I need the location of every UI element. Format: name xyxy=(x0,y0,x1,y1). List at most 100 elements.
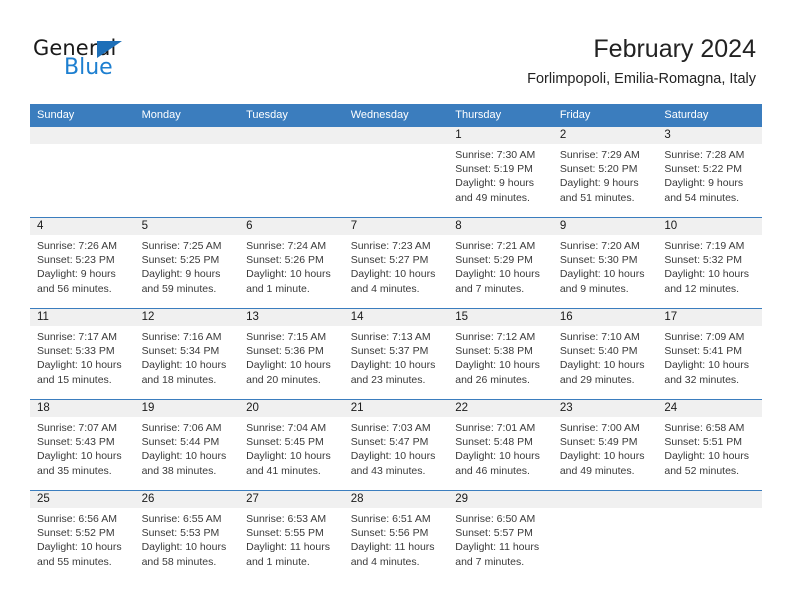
day-cell[interactable]: 8 Sunrise: 7:21 AM Sunset: 5:29 PM Daylight… xyxy=(448,217,553,309)
page-subtitle: Forlimpopoli, Emilia-Romagna, Italy xyxy=(527,71,756,87)
day-cell[interactable]: 10 Sunrise: 7:19 AM Sunset: 5:32 PM Dayligh… xyxy=(657,217,762,309)
daylight-duration-line-2: and 20 minutes. xyxy=(246,373,321,386)
daylight-duration-line-2: and 7 minutes. xyxy=(455,282,525,295)
day-cell[interactable]: 13 Sunrise: 7:15 AM Sunset: 5:36 PM Dayligh… xyxy=(239,308,344,400)
daylight-duration-line-1: Daylight: 10 hours xyxy=(141,541,227,554)
day-cell[interactable]: 14 Sunrise: 7:13 AM Sunset: 5:37 PM Dayligh… xyxy=(343,308,449,400)
day-cell[interactable]: 26 Sunrise: 6:55 AM Sunset: 5:53 PM Dayligh… xyxy=(134,490,240,581)
daylight-duration-line-1: Daylight: 10 hours xyxy=(559,268,645,281)
sunset-time: Sunset: 5:41 PM xyxy=(664,345,743,358)
sunset-time: Sunset: 5:27 PM xyxy=(350,254,429,267)
daylight-duration-line-2: and 18 minutes. xyxy=(141,373,217,386)
day-cell-empty xyxy=(343,127,449,218)
daylight-duration-line-2: and 56 minutes. xyxy=(37,282,112,295)
sunrise-time: Sunrise: 7:26 AM xyxy=(37,240,117,252)
day-cell[interactable]: 1 Sunrise: 7:30 AM Sunset: 5:19 PM Daylight… xyxy=(448,127,553,218)
day-number: 24 xyxy=(657,400,762,417)
day-cell[interactable]: 17 Sunrise: 7:09 AM Sunset: 5:41 PM Dayligh… xyxy=(657,308,762,400)
day-details xyxy=(657,508,762,512)
daylight-duration-line-2: and 26 minutes. xyxy=(455,373,530,386)
day-number: 7 xyxy=(343,218,449,235)
day-details: Sunrise: 7:24 AM Sunset: 5:26 PM Daylight:… xyxy=(239,235,344,296)
daylight-duration-line-1: Daylight: 10 hours xyxy=(141,359,227,372)
day-number: 2 xyxy=(552,127,658,144)
sunset-time: Sunset: 5:20 PM xyxy=(559,163,638,176)
sunset-time: Sunset: 5:32 PM xyxy=(664,254,743,267)
day-cell-empty xyxy=(657,490,762,581)
day-cell[interactable]: 22 Sunrise: 7:01 AM Sunset: 5:48 PM Dayligh… xyxy=(448,399,553,491)
day-cell[interactable]: 18 Sunrise: 7:07 AM Sunset: 5:43 PM Dayligh… xyxy=(30,399,135,491)
day-number xyxy=(30,127,135,144)
day-number: 1 xyxy=(448,127,553,144)
general-blue-logo: General Blue xyxy=(33,38,163,84)
day-details: Sunrise: 7:01 AM Sunset: 5:48 PM Daylight:… xyxy=(448,417,553,478)
sunrise-time: Sunrise: 7:16 AM xyxy=(141,331,222,343)
daylight-duration-line-1: Daylight: 10 hours xyxy=(350,268,436,281)
daylight-duration-line-2: and 51 minutes. xyxy=(559,191,635,204)
day-cell[interactable]: 15 Sunrise: 7:12 AM Sunset: 5:38 PM Dayligh… xyxy=(448,308,553,400)
daylight-duration-line-1: Daylight: 9 hours xyxy=(664,177,744,190)
day-cell[interactable]: 4 Sunrise: 7:26 AM Sunset: 5:23 PM Daylight… xyxy=(30,217,135,309)
daylight-duration-line-2: and 7 minutes. xyxy=(455,555,525,568)
day-cell[interactable]: 6 Sunrise: 7:24 AM Sunset: 5:26 PM Daylight… xyxy=(239,217,344,309)
day-number: 16 xyxy=(552,309,658,326)
day-cell[interactable]: 7 Sunrise: 7:23 AM Sunset: 5:27 PM Daylight… xyxy=(343,217,449,309)
day-cell[interactable]: 3 Sunrise: 7:28 AM Sunset: 5:22 PM Daylight… xyxy=(657,127,762,218)
day-cell[interactable]: 23 Sunrise: 7:00 AM Sunset: 5:49 PM Dayligh… xyxy=(552,399,658,491)
title-block: February 2024 Forlimpopoli, Emilia-Romag… xyxy=(527,34,756,88)
daylight-duration-line-2: and 54 minutes. xyxy=(664,191,740,204)
day-cell[interactable]: 29 Sunrise: 6:50 AM Sunset: 5:57 PM Dayligh… xyxy=(448,490,553,581)
day-cell[interactable]: 12 Sunrise: 7:16 AM Sunset: 5:34 PM Dayligh… xyxy=(134,308,240,400)
calendar-week-row: 1 Sunrise: 7:30 AM Sunset: 5:19 PM Daylight… xyxy=(30,127,762,218)
day-details xyxy=(239,144,344,148)
day-cell[interactable]: 21 Sunrise: 7:03 AM Sunset: 5:47 PM Dayligh… xyxy=(343,399,449,491)
day-cell[interactable]: 28 Sunrise: 6:51 AM Sunset: 5:56 PM Dayligh… xyxy=(343,490,449,581)
sunset-time: Sunset: 5:37 PM xyxy=(350,345,429,358)
daylight-duration-line-2: and 32 minutes. xyxy=(664,373,740,386)
day-cell[interactable]: 25 Sunrise: 6:56 AM Sunset: 5:52 PM Dayligh… xyxy=(30,490,135,581)
day-cell[interactable]: 24 Sunrise: 6:58 AM Sunset: 5:51 PM Dayligh… xyxy=(657,399,762,491)
day-details: Sunrise: 7:28 AM Sunset: 5:22 PM Daylight:… xyxy=(657,144,762,205)
daylight-duration-line-2: and 23 minutes. xyxy=(350,373,426,386)
day-cell[interactable]: 27 Sunrise: 6:53 AM Sunset: 5:55 PM Dayligh… xyxy=(239,490,344,581)
daylight-duration-line-1: Daylight: 10 hours xyxy=(350,359,436,372)
day-cell[interactable]: 5 Sunrise: 7:25 AM Sunset: 5:25 PM Daylight… xyxy=(134,217,240,309)
day-number: 11 xyxy=(30,309,135,326)
daylight-duration-line-1: Daylight: 11 hours xyxy=(246,541,330,554)
sunrise-time: Sunrise: 6:53 AM xyxy=(246,513,327,525)
sunset-time: Sunset: 5:45 PM xyxy=(246,436,324,449)
daylight-duration-line-1: Daylight: 11 hours xyxy=(455,541,540,554)
day-cell[interactable]: 9 Sunrise: 7:20 AM Sunset: 5:30 PM Daylight… xyxy=(552,217,658,309)
sunset-time: Sunset: 5:57 PM xyxy=(455,527,533,540)
sunrise-time: Sunrise: 7:03 AM xyxy=(350,422,431,434)
day-number: 13 xyxy=(239,309,344,326)
sunset-time: Sunset: 5:38 PM xyxy=(455,345,533,358)
sunset-time: Sunset: 5:47 PM xyxy=(350,436,429,449)
daylight-duration-line-1: Daylight: 10 hours xyxy=(246,359,331,372)
day-details: Sunrise: 7:29 AM Sunset: 5:20 PM Daylight:… xyxy=(553,144,658,205)
daylight-duration-line-2: and 46 minutes. xyxy=(455,464,530,477)
sunrise-time: Sunrise: 7:28 AM xyxy=(664,149,745,161)
day-cell[interactable]: 20 Sunrise: 7:04 AM Sunset: 5:45 PM Dayligh… xyxy=(239,399,344,491)
sunrise-time: Sunrise: 7:09 AM xyxy=(664,331,745,343)
day-cell[interactable]: 16 Sunrise: 7:10 AM Sunset: 5:40 PM Dayligh… xyxy=(552,308,658,400)
day-cell[interactable]: 19 Sunrise: 7:06 AM Sunset: 5:44 PM Dayligh… xyxy=(134,399,240,491)
daylight-duration-line-2: and 1 minute. xyxy=(246,555,310,568)
day-details: Sunrise: 7:16 AM Sunset: 5:34 PM Daylight:… xyxy=(135,326,240,387)
sunset-time: Sunset: 5:51 PM xyxy=(664,436,743,449)
sunset-time: Sunset: 5:48 PM xyxy=(455,436,533,449)
sunset-time: Sunset: 5:56 PM xyxy=(350,527,429,540)
day-cell[interactable]: 11 Sunrise: 7:17 AM Sunset: 5:33 PM Dayligh… xyxy=(30,308,135,400)
day-cell[interactable]: 2 Sunrise: 7:29 AM Sunset: 5:20 PM Daylight… xyxy=(552,127,658,218)
day-number: 8 xyxy=(448,218,553,235)
sunrise-time: Sunrise: 6:58 AM xyxy=(664,422,745,434)
day-details: Sunrise: 6:58 AM Sunset: 5:51 PM Daylight:… xyxy=(657,417,762,478)
day-number xyxy=(657,491,762,508)
day-details: Sunrise: 7:13 AM Sunset: 5:37 PM Daylight:… xyxy=(344,326,449,387)
daylight-duration-line-2: and 49 minutes. xyxy=(559,464,635,477)
daylight-duration-line-1: Daylight: 10 hours xyxy=(141,450,227,463)
daylight-duration-line-2: and 59 minutes. xyxy=(141,282,217,295)
day-number: 28 xyxy=(343,491,449,508)
day-cell-empty xyxy=(30,127,135,218)
sunrise-time: Sunrise: 6:50 AM xyxy=(455,513,536,525)
